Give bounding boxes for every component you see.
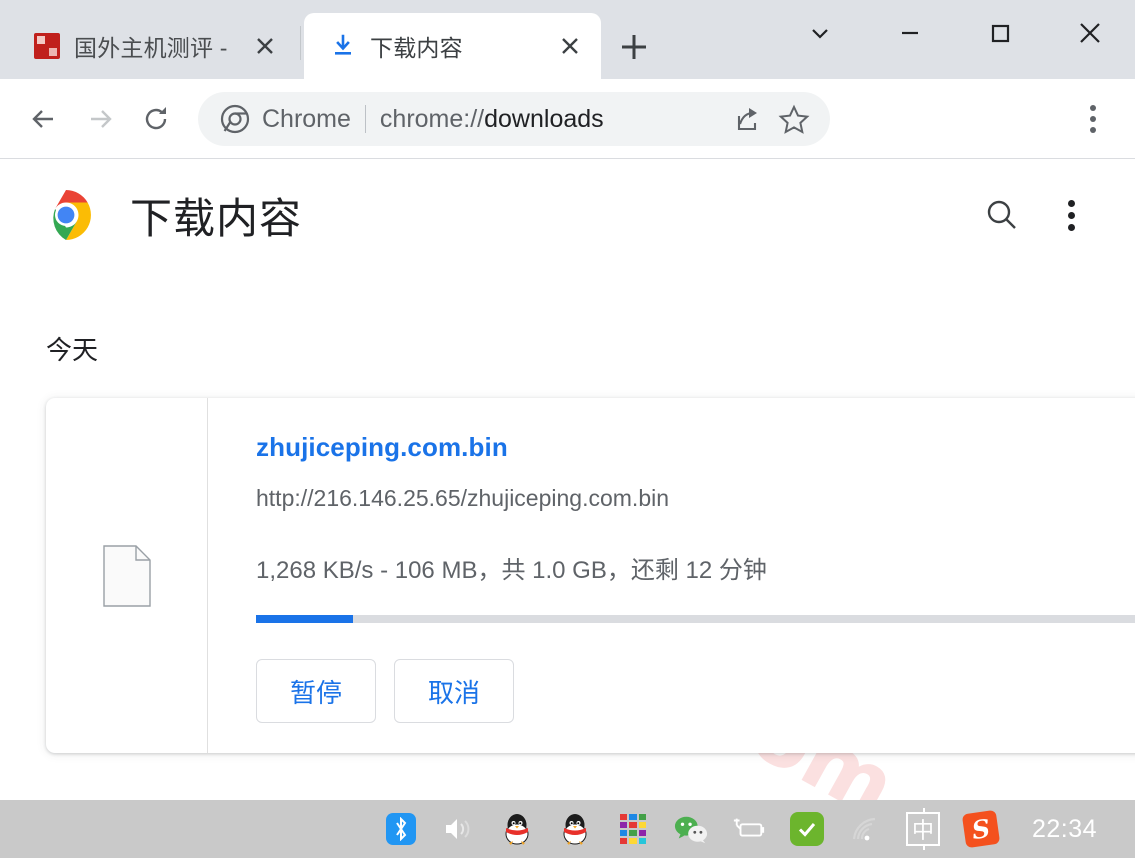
browser-window: 国外主机测评 - 下载内容 Chrome chrome://downloads … [0, 0, 1135, 858]
pause-button[interactable]: 暂停 [256, 659, 376, 723]
ime-label: 中 [906, 808, 940, 850]
taskbar-clock[interactable]: 22:34 [1032, 815, 1097, 844]
star-icon[interactable] [774, 99, 814, 139]
ime-indicator[interactable]: 中 [906, 808, 940, 850]
qq-icon[interactable] [500, 812, 534, 846]
security-check-icon[interactable] [790, 812, 824, 846]
address-bar[interactable]: Chrome chrome://downloads [198, 92, 830, 146]
wifi-icon[interactable] [848, 812, 882, 846]
browser-toolbar: Chrome chrome://downloads [0, 79, 1135, 159]
window-controls [775, 0, 1135, 66]
maximize-icon[interactable] [955, 0, 1045, 66]
downloads-page: zhujiceping.com 下载内容 [0, 160, 1135, 800]
downloads-menu-three-dot-icon[interactable] [1051, 193, 1091, 237]
sogou-input-icon[interactable]: S [961, 809, 1001, 849]
close-icon[interactable] [1045, 0, 1135, 66]
back-arrow-icon[interactable] [22, 97, 66, 141]
tab-search-chevron-down-icon[interactable] [775, 0, 865, 66]
cancel-button[interactable]: 取消 [394, 659, 514, 723]
generic-file-icon [102, 544, 151, 607]
tab-separator [300, 26, 301, 60]
chrome-logo [40, 189, 92, 241]
page-title: 下载内容 [130, 194, 303, 242]
volume-icon[interactable] [442, 812, 476, 846]
windows-taskbar: 中 S 22:34 [0, 800, 1135, 858]
color-grid-icon[interactable] [616, 812, 650, 846]
download-source-url: http://216.146.25.65/zhujiceping.com.bin [256, 485, 670, 511]
omnibox-brand-label: Chrome [262, 104, 351, 133]
tab-close-icon[interactable] [557, 33, 583, 59]
tab-strip: 国外主机测评 - 下载内容 [0, 0, 1135, 79]
tab-title: 国外主机测评 - [74, 35, 228, 61]
download-item-card[interactable]: zhujiceping.com.bin http://216.146.25.65… [46, 398, 1135, 753]
download-action-buttons: 暂停 取消 [256, 659, 1135, 723]
wechat-icon[interactable] [674, 812, 708, 846]
download-progress-fill [256, 615, 353, 623]
system-tray: 中 S [384, 808, 1001, 850]
browser-menu-three-dot-icon[interactable] [1073, 97, 1113, 141]
site-favicon-red [34, 33, 60, 59]
omnibox-divider [364, 105, 366, 133]
tab-title: 下载内容 [370, 35, 463, 61]
download-progress-bar [256, 615, 1135, 623]
tab-active-downloads[interactable]: 下载内容 [304, 13, 601, 79]
new-tab-button[interactable] [615, 28, 653, 66]
minimize-icon[interactable] [865, 0, 955, 66]
omnibox-url: chrome://downloads [379, 104, 604, 133]
battery-icon[interactable] [732, 812, 766, 846]
bluetooth-icon[interactable] [384, 812, 418, 846]
download-icon [330, 33, 356, 59]
tab-inactive-site[interactable]: 国外主机测评 - [8, 13, 296, 79]
download-status-text: 1,268 KB/s - 106 MB，共 1.0 GB，还剩 12 分钟 [256, 557, 767, 584]
download-filename-link[interactable]: zhujiceping.com.bin [256, 432, 1135, 463]
day-group-label: 今天 [46, 335, 99, 365]
qq-icon-2[interactable] [558, 812, 592, 846]
share-icon[interactable] [726, 99, 766, 139]
sogou-label: S [961, 809, 1001, 849]
reload-icon[interactable] [134, 97, 178, 141]
forward-arrow-icon [78, 97, 122, 141]
download-file-icon-column [46, 398, 208, 753]
download-item-details: zhujiceping.com.bin http://216.146.25.65… [208, 398, 1135, 753]
downloads-page-header: 下载内容 [0, 160, 1135, 270]
search-icon[interactable] [981, 194, 1023, 236]
tab-close-icon[interactable] [252, 33, 278, 59]
chrome-icon [220, 104, 250, 134]
